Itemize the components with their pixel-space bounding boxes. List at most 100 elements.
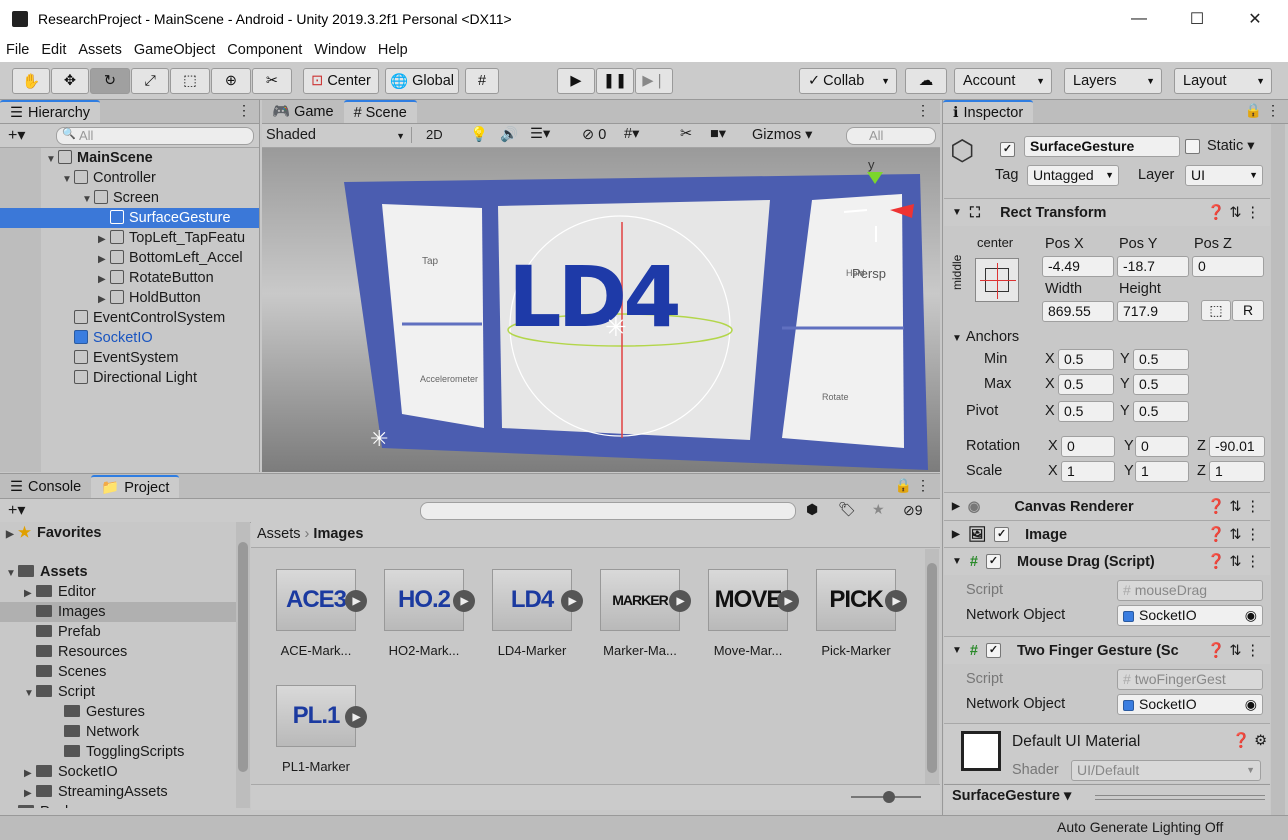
scale-tool-icon[interactable]: ⤢ — [131, 68, 169, 94]
layer-dropdown[interactable]: UI ▼ — [1185, 165, 1263, 186]
asset-item[interactable]: LD4 ▶ LD4-Marker — [477, 569, 587, 658]
posy-field[interactable]: -18.7 — [1117, 256, 1189, 277]
anchor-min-y-field[interactable]: 0.5 — [1133, 349, 1189, 370]
pivot-y-field[interactable]: 0.5 — [1133, 401, 1189, 422]
anchor-preset-button[interactable] — [975, 258, 1019, 302]
raw-edit-button[interactable]: R — [1232, 300, 1264, 321]
scale-z-field[interactable]: 1 — [1209, 461, 1265, 482]
rect-transform-header[interactable]: ▼ ⛶ Rect Transform ❓ ⇅ ⋮ — [944, 198, 1270, 226]
hierarchy-search-input[interactable]: All — [56, 127, 254, 145]
cloud-icon[interactable]: ☁ — [905, 68, 947, 94]
anchor-max-x-field[interactable]: 0.5 — [1058, 374, 1114, 395]
project-folder-item[interactable]: ▶ SocketIO — [24, 762, 118, 782]
component-help-icons[interactable]: ❓ ⇅ ⋮ — [1207, 553, 1260, 570]
object-name-field[interactable]: SurfaceGesture — [1024, 136, 1180, 157]
pause-button[interactable]: ❚❚ — [596, 68, 634, 94]
component-help-icons[interactable]: ❓ ⇅ ⋮ — [1207, 526, 1260, 543]
zoom-slider-thumb[interactable] — [883, 791, 895, 803]
menu-help[interactable]: Help — [372, 42, 414, 58]
custom-tool-icon[interactable]: ✂ — [252, 68, 292, 94]
pivot-global-toggle[interactable]: 🌐 Global — [385, 68, 459, 94]
hierarchy-item[interactable]: EventSystem — [62, 348, 178, 368]
layers-dropdown[interactable]: Layers ▼ — [1064, 68, 1162, 94]
project-folder-item[interactable]: ▼ Script — [24, 682, 95, 702]
canvas-renderer-header[interactable]: ▶ ◉ Canvas Renderer ❓ ⇅ ⋮ — [944, 492, 1270, 520]
panel-menu-icon[interactable]: ⋮ — [237, 102, 251, 119]
scene-viewport[interactable]: LD4 y Persp Tap Accelerometer Hold Rotat… — [262, 148, 940, 472]
menu-assets[interactable]: Assets — [72, 42, 128, 58]
hierarchy-item[interactable]: ▼ MainScene — [46, 148, 153, 168]
foldout-arrow-icon[interactable]: ▶ — [98, 250, 110, 270]
menu-file[interactable]: File — [0, 42, 35, 58]
static-label[interactable]: Static ▾ — [1207, 138, 1255, 154]
component-help-icons[interactable]: ❓ ⇅ ⋮ — [1207, 642, 1260, 659]
asset-item[interactable]: MOVE ▶ Move-Mar... — [693, 569, 803, 658]
hierarchy-item[interactable]: Directional Light — [62, 368, 197, 388]
menu-window[interactable]: Window — [308, 42, 372, 58]
image-component-header[interactable]: ▶ 🖼 ✓ Image ❓ ⇅ ⋮ — [944, 520, 1270, 548]
component-help-icons[interactable]: ❓ ⇅ ⋮ — [1207, 498, 1260, 515]
hierarchy-item[interactable]: ▶ BottomLeft_Accel — [98, 248, 243, 268]
asset-grid-scrollbar[interactable] — [925, 549, 939, 784]
project-folder-item[interactable]: ▶ StreamingAssets — [24, 782, 168, 802]
foldout-arrow-icon[interactable]: ▶ — [24, 784, 36, 804]
tag-dropdown[interactable]: Untagged ▼ — [1027, 165, 1119, 186]
menu-component[interactable]: Component — [221, 42, 308, 58]
favorite-star-icon[interactable]: ★ — [872, 501, 885, 518]
project-folder-item[interactable]: TogglingScripts — [52, 742, 184, 762]
foldout-arrow-icon[interactable]: ▼ — [24, 684, 36, 704]
breadcrumb-assets[interactable]: Assets — [257, 526, 301, 542]
play-button[interactable]: ▶ — [557, 68, 595, 94]
anchor-min-x-field[interactable]: 0.5 — [1058, 349, 1114, 370]
material-preview[interactable] — [961, 731, 1001, 771]
menu-gameobject[interactable]: GameObject — [128, 42, 221, 58]
foldout-arrow-icon[interactable]: ▼ — [62, 170, 74, 190]
asset-item[interactable]: MARKER ▶ Marker-Ma... — [585, 569, 695, 658]
anchors-foldout[interactable]: ▼ Anchors — [952, 329, 1019, 345]
rotation-z-field[interactable]: -90.01 — [1209, 436, 1265, 457]
two-finger-enabled-checkbox[interactable]: ✓ — [985, 643, 1001, 658]
scale-x-field[interactable]: 1 — [1061, 461, 1115, 482]
step-button[interactable]: ▶❘ — [635, 68, 673, 94]
filter-label-icon[interactable]: 🏷 — [838, 501, 856, 518]
project-folder-item[interactable]: Images — [0, 602, 236, 622]
rotation-x-field[interactable]: 0 — [1061, 436, 1115, 457]
foldout-arrow-icon[interactable]: ▼ — [82, 190, 94, 210]
foldout-arrow-icon[interactable]: ▶ — [98, 230, 110, 250]
project-search-input[interactable] — [420, 502, 796, 520]
hierarchy-item[interactable]: SocketIO — [62, 328, 153, 348]
preview-drag-handle[interactable] — [1095, 795, 1265, 800]
posz-field[interactable]: 0 — [1192, 256, 1264, 277]
asset-item[interactable]: HO.2 ▶ HO2-Mark... — [369, 569, 479, 658]
static-checkbox[interactable] — [1185, 139, 1200, 157]
anchor-max-y-field[interactable]: 0.5 — [1133, 374, 1189, 395]
foldout-arrow-icon[interactable]: ▼ — [46, 150, 58, 170]
gizmos-dropdown[interactable]: Gizmos ▾ — [752, 127, 812, 143]
shader-dropdown[interactable]: UI/Default ▼ — [1071, 760, 1261, 781]
play-icon[interactable]: ▶ — [669, 590, 691, 612]
foldout-arrow-icon[interactable]: ▶ — [6, 804, 18, 808]
project-folder-item[interactable]: Prefab — [24, 622, 101, 642]
asset-item[interactable]: PL.1 ▶ PL1-Marker — [261, 685, 371, 774]
project-folder-item[interactable]: ▼ Assets — [6, 562, 88, 582]
filter-type-icon[interactable]: ⬢ — [806, 501, 818, 518]
lock-icon[interactable]: 🔒 ⋮ — [1245, 102, 1280, 119]
foldout-arrow-icon[interactable]: ▼ — [6, 564, 18, 584]
asset-item[interactable]: ACE3 ▶ ACE-Mark... — [261, 569, 371, 658]
panel-menu-icon[interactable]: 🔒 ⋮ — [895, 477, 930, 494]
move-tool-icon[interactable]: ✥ — [51, 68, 89, 94]
snap-grid-icon[interactable]: # — [465, 68, 499, 94]
hierarchy-item[interactable]: ▼ Controller — [62, 168, 156, 188]
height-field[interactable]: 717.9 — [1117, 301, 1189, 322]
two-finger-header[interactable]: ▼ # ✓ Two Finger Gesture (Sc ❓ ⇅ ⋮ — [944, 636, 1270, 664]
play-icon[interactable]: ▶ — [345, 706, 367, 728]
pivot-center-toggle[interactable]: ⊡ Center — [303, 68, 379, 94]
tab-inspector[interactable]: ℹ Inspector — [943, 100, 1034, 123]
pivot-x-field[interactable]: 0.5 — [1058, 401, 1114, 422]
project-folder-item[interactable]: Network — [52, 722, 139, 742]
inspector-scrollbar[interactable] — [1271, 124, 1285, 815]
network-object-field[interactable]: SocketIO ◉ — [1117, 605, 1263, 626]
rotation-y-field[interactable]: 0 — [1135, 436, 1189, 457]
hierarchy-item[interactable]: ▼ Screen — [82, 188, 159, 208]
hierarchy-item[interactable]: ▶ TopLeft_TapFeatu — [98, 228, 245, 248]
